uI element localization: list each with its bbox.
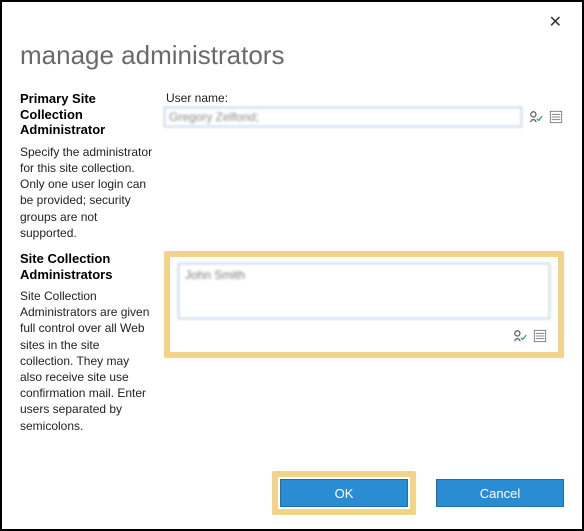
check-names-icon [529,110,543,124]
primary-admin-input[interactable] [164,107,522,127]
secondary-admin-input[interactable] [178,263,550,319]
ok-button[interactable]: OK [280,479,408,507]
primary-description: Specify the administrator for this site … [20,144,154,241]
secondary-admin-section: Site Collection Administrators Site Coll… [20,251,564,434]
secondary-description: Site Collection Administrators are given… [20,288,154,434]
browse-directory-button[interactable] [548,109,564,125]
primary-heading: Primary Site Collection Administrator [20,91,154,138]
check-names-button[interactable] [528,109,544,125]
browse-icon [533,329,547,343]
dialog-footer: OK Cancel [272,471,564,515]
secondary-highlight [164,251,564,358]
cancel-button[interactable]: Cancel [436,479,564,507]
check-names-button-secondary[interactable] [512,328,528,344]
close-button[interactable]: ✕ [543,10,568,34]
ok-highlight: OK [272,471,416,515]
dialog-title: manage administrators [20,40,564,71]
browse-icon [549,110,563,124]
secondary-heading: Site Collection Administrators [20,251,154,282]
username-label: User name: [166,91,564,105]
dialog-frame: ✕ manage administrators Primary Site Col… [0,0,584,531]
browse-directory-button-secondary[interactable] [532,328,548,344]
primary-admin-section: Primary Site Collection Administrator Sp… [20,91,564,241]
check-names-icon [513,329,527,343]
